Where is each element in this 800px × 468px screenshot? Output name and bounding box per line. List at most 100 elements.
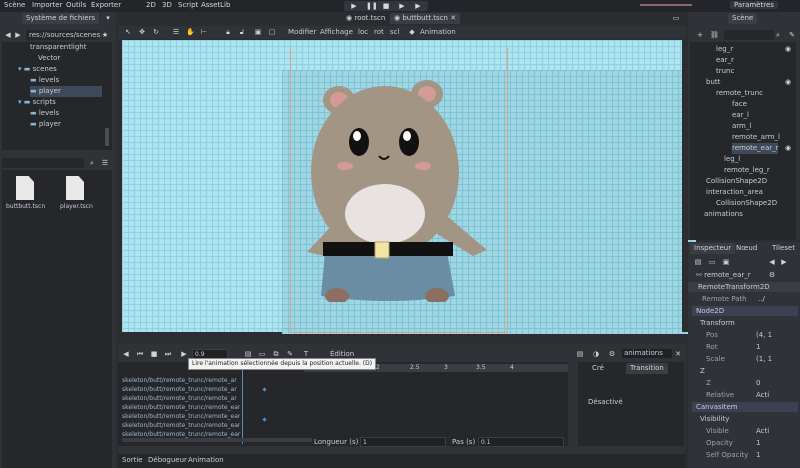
favorite-icon[interactable]: ★: [101, 31, 109, 39]
tree-item[interactable]: ▾ ▬ scenes: [18, 64, 57, 75]
menu-import[interactable]: Importer: [32, 1, 62, 9]
canvasitem-section[interactable]: CanvasItem: [692, 402, 798, 412]
tree-node[interactable]: interaction_area: [706, 187, 763, 198]
pause-icon[interactable]: ❚❚: [366, 2, 378, 10]
play-icon[interactable]: ▶: [350, 2, 358, 10]
tree-node[interactable]: remote_trunc: [716, 88, 763, 99]
playhead[interactable]: [242, 364, 243, 444]
view-mode-icon[interactable]: ☰: [101, 159, 109, 167]
script-icon[interactable]: ✎: [788, 31, 796, 39]
track-row[interactable]: skeleton/butt/remote_trunc/remote_ear: [122, 413, 240, 421]
track-row[interactable]: skeleton/butt/remote_trunc/remote_ar: [122, 386, 237, 394]
tab-transition[interactable]: Transition: [626, 363, 668, 374]
track-row[interactable]: skeleton/butt/remote_trunc/remote_ear: [122, 404, 240, 412]
menu-scene[interactable]: Scène: [4, 1, 25, 9]
visible-checkbox[interactable]: Acti: [756, 426, 769, 436]
load-resource-icon[interactable]: ▭: [708, 258, 716, 266]
lock-icon[interactable]: 🔒︎: [224, 28, 232, 36]
tab-node[interactable]: Nœud: [732, 243, 761, 254]
visibility-icon[interactable]: ◉: [784, 45, 792, 53]
group-icon[interactable]: ▣: [254, 28, 262, 36]
menu-export[interactable]: Exporter: [91, 1, 121, 9]
ruler-tool-icon[interactable]: ⊢: [200, 28, 208, 36]
step-input[interactable]: [478, 437, 564, 447]
tree-node-selected[interactable]: remote_ear_r: [732, 143, 779, 154]
file-icon[interactable]: [16, 176, 34, 200]
tree-item[interactable]: Vector: [38, 53, 60, 64]
play-backwards-icon[interactable]: ◀: [122, 350, 130, 358]
pos-value[interactable]: (4, 1: [756, 330, 772, 340]
display-menu[interactable]: Affichage: [320, 28, 353, 36]
menu-script[interactable]: Script: [178, 1, 198, 9]
node2d-section[interactable]: Node2D: [692, 306, 798, 316]
relative-checkbox[interactable]: Acti: [756, 390, 769, 400]
tab-scene[interactable]: Scène: [728, 13, 758, 24]
visibility-icon[interactable]: ◉: [784, 144, 792, 152]
tab-output[interactable]: Sortie: [122, 456, 143, 464]
canvas-viewport[interactable]: [122, 40, 696, 334]
tab-inspector[interactable]: Inspecteur: [690, 243, 736, 254]
forward-icon[interactable]: ▶: [14, 31, 22, 39]
tree-item[interactable]: ▬ player: [30, 119, 61, 130]
tab-buttbutt-scene[interactable]: ◉ buttbutt.tscn ✕: [390, 13, 461, 24]
tree-node[interactable]: CollisionShape2D: [706, 176, 767, 187]
stop-icon[interactable]: ■: [382, 2, 390, 10]
tree-node[interactable]: face: [732, 99, 747, 110]
settings-button[interactable]: Paramètres: [730, 1, 778, 9]
track-row[interactable]: skeleton/butt/remote_trunc/remote_ar: [122, 395, 237, 403]
play-scene-icon[interactable]: ▶: [398, 2, 406, 10]
tab-filesystem[interactable]: Système de fichiers: [22, 13, 100, 24]
new-resource-icon[interactable]: ▤: [694, 258, 702, 266]
scale-value[interactable]: (1, 1: [756, 354, 772, 364]
tab-root-scene[interactable]: ◉ root.tscn: [342, 13, 389, 24]
z-group[interactable]: Z: [700, 366, 705, 376]
tree-node[interactable]: remote_arm_l: [732, 132, 780, 143]
duplicate-icon[interactable]: ⧉: [272, 350, 280, 358]
add-node-icon[interactable]: +: [696, 31, 704, 39]
list-tool-icon[interactable]: ☰: [172, 28, 180, 36]
text-icon[interactable]: T: [302, 350, 310, 358]
unlock-icon[interactable]: 🔓︎: [238, 28, 246, 36]
tab-animation[interactable]: Animation: [188, 456, 224, 464]
tree-node[interactable]: animations: [704, 209, 743, 220]
scrollbar[interactable]: [105, 128, 109, 146]
ungroup-icon[interactable]: ▢: [268, 28, 276, 36]
opacity-value[interactable]: 1: [756, 438, 760, 448]
zoom-slider[interactable]: [122, 438, 312, 442]
history-back-icon[interactable]: ◀: [768, 258, 776, 266]
modifier-menu[interactable]: Modifier: [288, 28, 316, 36]
tree-item[interactable]: ▬ levels: [30, 75, 59, 86]
new-animation-icon[interactable]: ▤: [244, 350, 252, 358]
save-resource-icon[interactable]: ▣: [722, 258, 730, 266]
file-filter-input[interactable]: [2, 158, 84, 168]
move-tool-icon[interactable]: ✥: [138, 28, 146, 36]
animation-menu[interactable]: Animation: [420, 28, 456, 36]
menu-tools[interactable]: Outils: [66, 1, 86, 9]
node-filter-input[interactable]: [724, 30, 774, 40]
rename-icon[interactable]: ✎: [286, 350, 294, 358]
stop-icon[interactable]: ■: [150, 350, 158, 358]
length-input[interactable]: [360, 437, 446, 447]
properties-menu-icon[interactable]: ⚙: [768, 271, 776, 279]
tree-node[interactable]: leg_l: [724, 154, 740, 165]
track-row[interactable]: skeleton/butt/remote_trunc/remote_ar: [122, 377, 237, 385]
menu-assetlib[interactable]: AssetLib: [201, 1, 230, 9]
onion-icon[interactable]: ◑: [592, 350, 600, 358]
link-icon[interactable]: ⛓: [710, 31, 719, 39]
path-field[interactable]: res://sources/scenes: [26, 30, 100, 40]
transform-group[interactable]: Transform: [700, 318, 735, 328]
animation-select[interactable]: animations: [622, 349, 672, 358]
self-opacity-value[interactable]: 1: [756, 450, 760, 460]
tree-node[interactable]: ear_l: [732, 110, 749, 121]
tree-node[interactable]: arm_l: [732, 121, 751, 132]
insert-key-icon[interactable]: ◆: [408, 28, 416, 36]
close-icon[interactable]: ✕: [674, 350, 682, 358]
rot-value[interactable]: 1: [756, 342, 760, 352]
play-backwards-start-icon[interactable]: ⏮: [136, 350, 144, 358]
tree-node[interactable]: CollisionShape2D: [716, 198, 777, 209]
z-value[interactable]: 0: [756, 378, 760, 388]
back-icon[interactable]: ◀: [4, 31, 12, 39]
menu-2d[interactable]: 2D: [146, 1, 156, 9]
tree-node[interactable]: butt: [706, 77, 720, 88]
tab-tileset[interactable]: Tileset: [768, 243, 799, 254]
